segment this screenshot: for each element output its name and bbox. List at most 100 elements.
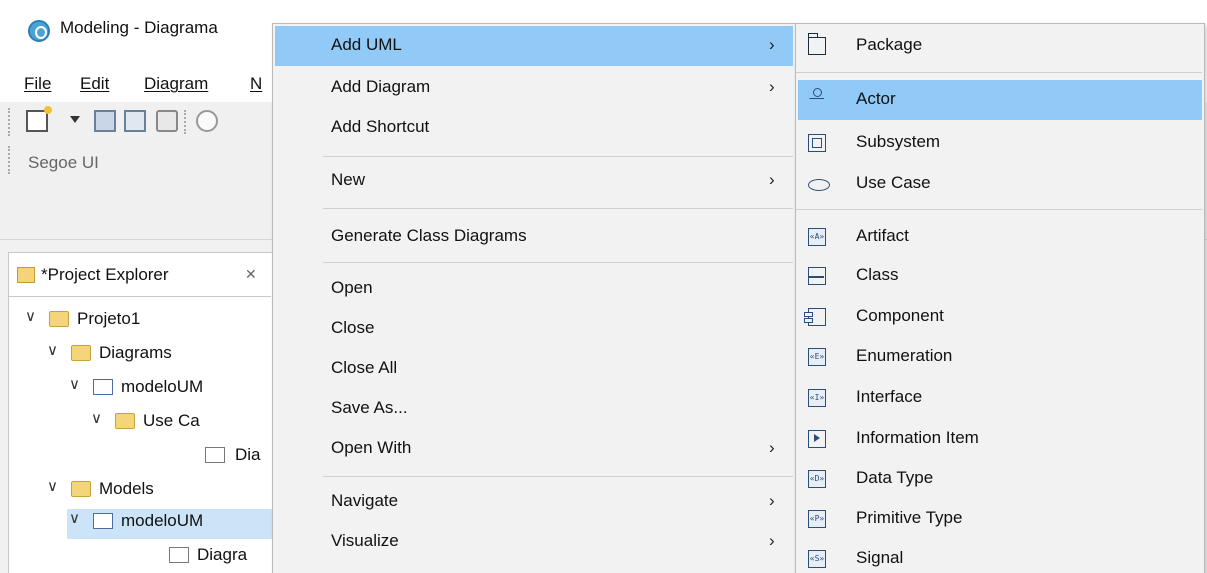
save-icon[interactable] (94, 110, 116, 132)
information-item-icon (808, 430, 826, 448)
menu-item-label: Generate Class Diagrams (331, 226, 527, 245)
component-icon (804, 308, 826, 326)
fontbar-grip[interactable] (8, 146, 10, 174)
submenu-item-subsystem[interactable]: Subsystem (798, 123, 1202, 163)
chevron-down-icon[interactable]: ∨ (69, 375, 80, 393)
menu-item-label: New (331, 170, 366, 189)
dropdown-arrow-icon[interactable] (70, 116, 80, 123)
chevron-down-icon[interactable]: ∨ (69, 509, 80, 527)
tree-label: Diagra (197, 545, 248, 564)
menu-item-navigate[interactable]: Navigate › (275, 482, 793, 522)
subsystem-icon (808, 134, 826, 152)
chevron-down-icon[interactable]: ∨ (25, 307, 36, 325)
menu-item-close[interactable]: Close (275, 309, 793, 349)
toolbar-tool-icon[interactable] (196, 110, 218, 132)
submenu-item-enumeration[interactable]: «E» Enumeration (798, 337, 1202, 377)
menu-item-add-uml[interactable]: Add UML › (275, 26, 793, 66)
submenu-item-label: Information Item (856, 428, 979, 447)
app-icon (28, 20, 50, 42)
tree-item-modeloum[interactable]: ∨ modeloUM (67, 375, 273, 405)
save-all-icon[interactable] (124, 110, 146, 132)
artifact-icon: «A» (808, 228, 826, 246)
menu-item-label: Close (331, 318, 375, 337)
menu-item-label: Open With (331, 438, 412, 457)
chevron-down-icon[interactable]: ∨ (91, 409, 102, 427)
class-icon (808, 267, 826, 285)
menu-item-open-with[interactable]: Open With › (275, 429, 793, 469)
submenu-item-label: Interface (856, 387, 923, 406)
menu-item-label: Add Diagram (331, 77, 431, 96)
chevron-right-icon: › (769, 438, 775, 457)
project-explorer-tab-label: *Project Explorer (41, 265, 169, 284)
submenu-item-artifact[interactable]: «A» Artifact (798, 217, 1202, 257)
submenu-item-package[interactable]: Package (798, 26, 1202, 66)
submenu-item-label: Use Case (856, 173, 931, 192)
font-selector[interactable]: Segoe UI (22, 144, 272, 178)
toolbar-separator (184, 110, 186, 134)
chevron-down-icon[interactable]: ∨ (47, 477, 58, 495)
toolbar-grip[interactable] (8, 108, 10, 136)
menu-separator (323, 156, 793, 157)
tree-label: Dia (235, 445, 261, 464)
print-icon[interactable] (156, 110, 178, 132)
project-explorer-panel: *Project Explorer ✕ ∨ Projeto1 ∨ Diagram… (8, 252, 278, 573)
new-file-icon[interactable] (26, 106, 52, 132)
use-case-icon (808, 179, 830, 191)
submenu-item-label: Subsystem (856, 132, 941, 151)
tree-item-diagram-file[interactable]: Dia (205, 443, 273, 473)
menu-file[interactable]: File (24, 74, 51, 94)
menu-item-add-shortcut[interactable]: Add Shortcut (275, 108, 793, 148)
menu-item-label: Close All (331, 358, 398, 377)
diagrams-folder-icon (71, 345, 91, 361)
tree-label: Use Ca (143, 411, 200, 430)
enumeration-icon: «E» (808, 348, 826, 366)
chevron-down-icon[interactable]: ∨ (47, 341, 58, 359)
menu-item-label: Save As... (331, 398, 408, 417)
menu-item-open[interactable]: Open (275, 269, 793, 309)
menu-item-add-diagram[interactable]: Add Diagram › (275, 68, 793, 108)
submenu-item-label: Actor (856, 89, 896, 108)
menu-item-label: Open (331, 278, 373, 297)
menu-n[interactable]: N (250, 74, 262, 94)
submenu-item-actor[interactable]: Actor (798, 80, 1202, 120)
tree-item-models[interactable]: ∨ Models (23, 477, 273, 507)
menu-item-label: Visualize (331, 531, 399, 550)
menu-diagram[interactable]: Diagram (144, 74, 208, 94)
menu-item-close-all[interactable]: Close All (275, 349, 793, 389)
submenu-item-label: Data Type (856, 468, 934, 487)
submenu-item-primitive-type[interactable]: «P» Primitive Type (798, 499, 1202, 539)
tree-item-diagrams[interactable]: ∨ Diagrams (45, 341, 273, 371)
tree-item-modeloum-model[interactable]: ∨ modeloUM (67, 509, 273, 539)
submenu-item-data-type[interactable]: «D» Data Type (798, 459, 1202, 499)
project-explorer-tab[interactable]: *Project Explorer ✕ (9, 253, 271, 297)
menu-item-label: Add Shortcut (331, 117, 430, 136)
submenu-item-use-case[interactable]: Use Case (798, 164, 1202, 204)
submenu-item-information-item[interactable]: Information Item (798, 419, 1202, 459)
tree-label: modeloUM (121, 377, 204, 396)
submenu-item-component[interactable]: Component (798, 297, 1202, 337)
add-uml-submenu: Package Actor Subsystem Use Case «A» Art… (795, 23, 1205, 573)
submenu-item-class[interactable]: Class (798, 256, 1202, 296)
menu-item-visualize[interactable]: Visualize › (275, 522, 793, 562)
chevron-right-icon: › (769, 491, 775, 510)
menu-item-label: Add UML (331, 35, 402, 54)
context-menu: Add UML › Add Diagram › Add Shortcut New… (272, 23, 796, 573)
submenu-item-interface[interactable]: «I» Interface (798, 378, 1202, 418)
menu-item-new[interactable]: New › (275, 161, 793, 201)
models-folder-icon (71, 481, 91, 497)
package-icon (808, 33, 826, 55)
menu-item-save-as[interactable]: Save As... (275, 389, 793, 429)
tree-item-use-case[interactable]: ∨ Use Ca (89, 409, 273, 439)
signal-icon: «S» (808, 550, 826, 568)
menu-edit[interactable]: Edit (80, 74, 109, 94)
tree-item-diagrama[interactable]: Diagra (169, 543, 273, 573)
tree-label: Diagrams (99, 343, 172, 362)
diagram-file-icon (205, 447, 225, 463)
tree-item-projeto1[interactable]: ∨ Projeto1 (23, 307, 273, 337)
model-icon (93, 513, 113, 529)
close-icon[interactable]: ✕ (245, 266, 257, 283)
chevron-right-icon: › (769, 170, 775, 189)
submenu-item-signal[interactable]: «S» Signal (798, 539, 1202, 573)
menu-separator (323, 476, 793, 477)
menu-item-generate-class-diagrams[interactable]: Generate Class Diagrams (275, 217, 793, 257)
